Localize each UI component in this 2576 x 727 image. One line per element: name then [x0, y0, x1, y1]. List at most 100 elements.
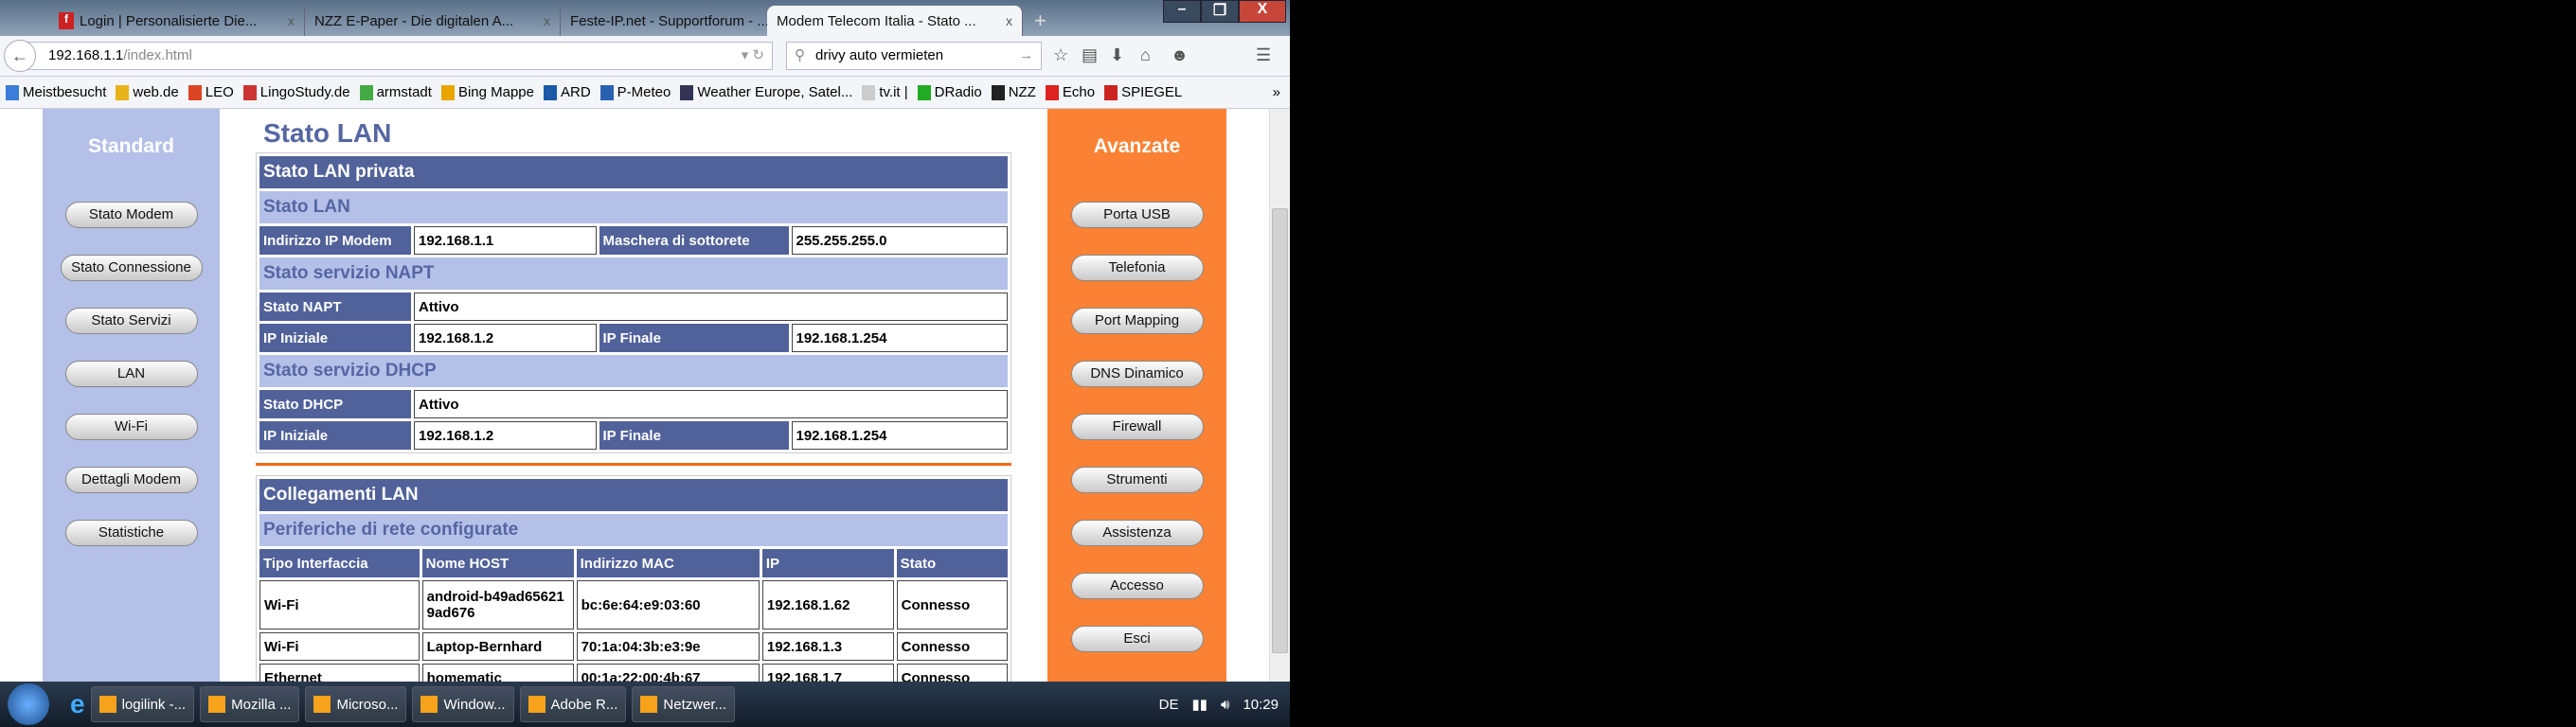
go-arrow-icon[interactable]: →: [1019, 43, 1033, 69]
search-input[interactable]: ⚲ drivy auto vermieten →: [786, 42, 1042, 70]
bookmark-item[interactable]: P-Meteo: [599, 84, 671, 100]
sidebar-button-assistenza[interactable]: Assistenza: [1070, 520, 1204, 546]
bookmark-item[interactable]: DRadio: [917, 84, 982, 100]
bookmark-item[interactable]: Echo: [1045, 84, 1095, 100]
system-tray: DE ▮▮ 🔊︎ 10:29: [1159, 696, 1290, 714]
language-indicator[interactable]: DE: [1159, 697, 1179, 713]
lan-connections-table: Collegamenti LAN Periferiche di rete con…: [256, 475, 1011, 696]
scrollbar-thumb[interactable]: [1272, 208, 1288, 653]
bookmark-favicon-icon: [862, 84, 876, 100]
sidebar-button-lan[interactable]: LAN: [64, 361, 198, 387]
bookmark-favicon-icon: [116, 84, 130, 100]
bookmark-favicon-icon: [6, 84, 19, 100]
new-tab-button[interactable]: +: [1025, 6, 1063, 36]
table-row: Wi-Fi Laptop-Bernhard 70:1a:04:3b:e3:9e 192…: [259, 632, 1008, 661]
clock[interactable]: 10:29: [1243, 697, 1279, 713]
taskbar-item[interactable]: Window...: [412, 686, 514, 722]
sidebar-button-esci[interactable]: Esci: [1070, 626, 1204, 652]
menu-icon[interactable]: ☰: [1256, 45, 1271, 65]
back-button[interactable]: ←: [4, 40, 36, 72]
bookmark-item[interactable]: NZZ: [991, 84, 1036, 100]
tab-nzz[interactable]: NZZ E-Paper - Die digitalen A... x: [305, 6, 561, 36]
page-content: Standard Stato Modem Stato Connessione Stat…: [0, 109, 1290, 696]
scrollbar[interactable]: [1269, 109, 1290, 682]
sidebar-button-strumenti[interactable]: Strumenti: [1070, 467, 1204, 493]
sidebar-button-port-mapping[interactable]: Port Mapping: [1070, 308, 1204, 334]
bookmarks-overflow-button[interactable]: »: [1273, 84, 1290, 100]
app-icon: [528, 696, 546, 713]
bookmark-item[interactable]: Weather Europe, Satel...: [680, 84, 852, 100]
close-tab-icon[interactable]: x: [288, 13, 295, 28]
bookmark-favicon-icon: [188, 84, 202, 100]
bookmark-item[interactable]: web.de: [116, 84, 179, 100]
bookmark-item[interactable]: armstadt: [359, 84, 432, 100]
sidebar-button-stato-modem[interactable]: Stato Modem: [64, 202, 198, 228]
tab-login[interactable]: f Login | Personalisierte Die... x: [49, 6, 305, 36]
bookmark-favicon-icon: [242, 84, 257, 100]
search-icon: ⚲: [795, 47, 805, 63]
reload-icon[interactable]: ▾ ↻: [742, 43, 764, 69]
sidebar-title: Avanzate: [1093, 135, 1181, 157]
sidebar-button-statistiche[interactable]: Statistiche: [64, 520, 198, 546]
clipboard-icon[interactable]: ▤: [1082, 45, 1098, 65]
app-icon: [640, 696, 658, 713]
bookmark-item[interactable]: LingoStudy.de: [242, 84, 350, 100]
left-sidebar: Standard Stato Modem Stato Connessione Stat…: [43, 109, 220, 682]
field-label: IP Finale: [599, 324, 789, 352]
app-icon: [98, 696, 116, 713]
field-label: Stato DHCP: [259, 390, 411, 418]
browser-window: f Login | Personalisierte Die... x NZZ E-P…: [0, 0, 1290, 727]
taskbar-item[interactable]: logilink -...: [90, 686, 195, 722]
close-tab-icon[interactable]: x: [1006, 13, 1012, 28]
bookmark-item[interactable]: Bing Mappe: [440, 84, 534, 100]
download-icon[interactable]: ⬇: [1110, 45, 1124, 65]
maximize-button[interactable]: ❐: [1201, 0, 1239, 23]
column-header: Stato: [896, 549, 1008, 577]
taskbar-item[interactable]: Microso...: [305, 686, 407, 722]
taskbar-item[interactable]: Adobe R...: [519, 686, 627, 722]
bookmark-item[interactable]: SPIEGEL: [1104, 84, 1182, 100]
column-header: Indirizzo MAC: [576, 549, 760, 577]
bookmark-favicon-icon: [680, 84, 694, 100]
sidebar-button-wi-fi[interactable]: Wi-Fi: [64, 414, 198, 440]
tab-modem[interactable]: Modem Telecom Italia - Stato ... x: [767, 6, 1023, 36]
sidebar-button-dettagli-modem[interactable]: Dettagli Modem: [64, 467, 198, 493]
bookmark-item[interactable]: LEO: [188, 84, 234, 100]
bookmark-star-icon[interactable]: ☆: [1053, 45, 1068, 65]
table-cell: bc:6e:64:e9:03:60: [576, 580, 760, 629]
network-icon[interactable]: ▮▮: [1191, 696, 1208, 713]
close-tab-icon[interactable]: x: [544, 13, 550, 28]
home-icon[interactable]: ⌂: [1140, 45, 1151, 65]
table-cell: Wi-Fi: [259, 580, 420, 629]
section-header: Stato LAN privata: [259, 156, 1008, 188]
chat-icon[interactable]: ☻: [1171, 45, 1189, 65]
sidebar-button-dns-dinamico[interactable]: DNS Dinamico: [1070, 361, 1204, 387]
url-bar[interactable]: 192.168.1.1/index.html ▾ ↻: [15, 42, 773, 70]
field-value: 192.168.1.254: [791, 421, 1008, 450]
minimize-button[interactable]: –: [1163, 0, 1201, 23]
sidebar-button-accesso[interactable]: Accesso: [1070, 573, 1204, 599]
sidebar-button-firewall[interactable]: Firewall: [1070, 414, 1204, 440]
bookmark-favicon-icon: [917, 84, 931, 100]
bookmark-favicon-icon: [1104, 84, 1118, 100]
sidebar-button-stato-connessione[interactable]: Stato Connessione: [60, 255, 203, 281]
sidebar-button-telefonia[interactable]: Telefonia: [1070, 255, 1204, 281]
section-header: Collegamenti LAN: [259, 479, 1008, 511]
bookmark-item[interactable]: tv.it |: [862, 84, 908, 100]
taskbar-item[interactable]: Mozilla ...: [200, 686, 300, 722]
internet-explorer-icon[interactable]: e: [70, 689, 85, 719]
sidebar-button-stato-servizi[interactable]: Stato Servizi: [64, 308, 198, 334]
start-button[interactable]: [8, 683, 49, 725]
sidebar-button-porta-usb[interactable]: Porta USB: [1070, 202, 1204, 228]
bookmark-item[interactable]: Meistbesucht: [6, 84, 106, 100]
volume-icon[interactable]: 🔊︎: [1221, 697, 1229, 713]
bookmark-item[interactable]: ARD: [544, 84, 591, 100]
divider: [256, 463, 1011, 466]
column-header: Nome HOST: [421, 549, 574, 577]
close-window-button[interactable]: X: [1239, 0, 1286, 23]
subsection-header: Stato LAN: [259, 191, 1008, 223]
field-value: Attivo: [414, 390, 1008, 418]
taskbar-item[interactable]: Netzwer...: [632, 686, 736, 722]
table-cell: 192.168.1.3: [761, 632, 894, 661]
bookmark-favicon-icon: [1045, 84, 1059, 100]
